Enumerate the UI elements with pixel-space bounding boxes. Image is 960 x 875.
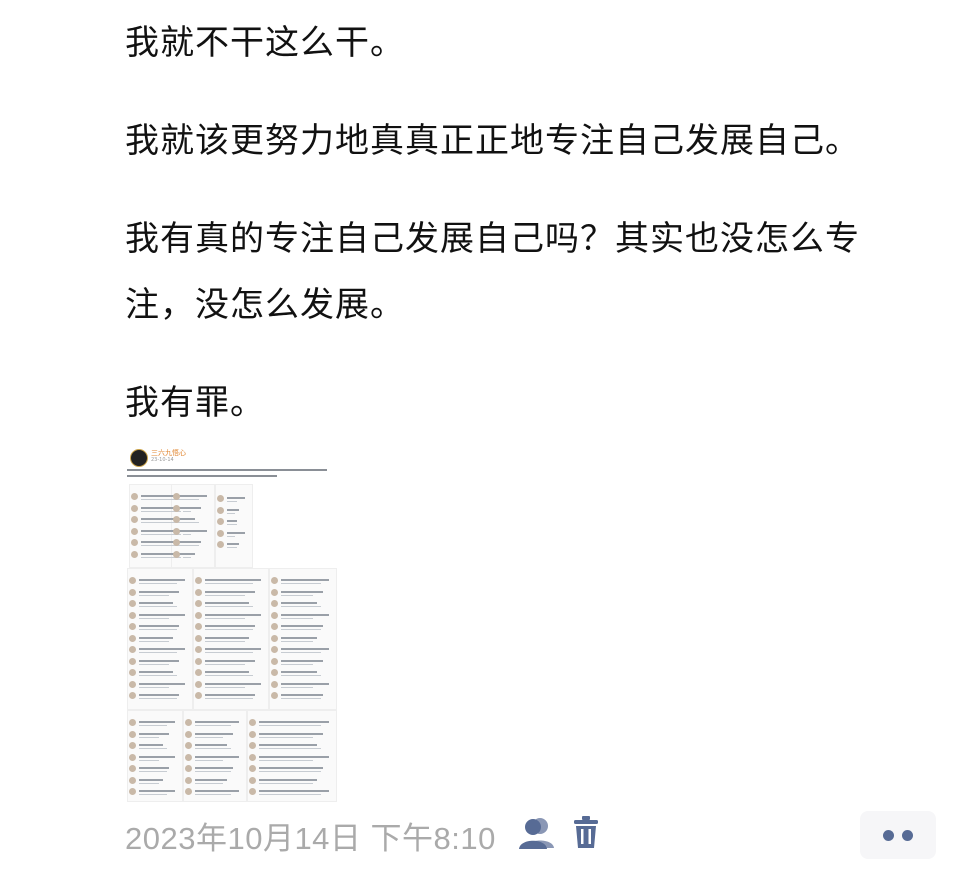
screenshot-comment-row (173, 504, 211, 514)
screenshot-comment-row (173, 515, 211, 525)
screenshot-comment-row (217, 494, 249, 504)
screenshot-comment-row (129, 680, 189, 690)
screenshot-comment-row (271, 668, 333, 678)
screenshot-comment-row (129, 645, 189, 655)
screenshot-comment-row (173, 550, 211, 560)
screenshot-comment-row (249, 730, 333, 740)
more-options-button[interactable] (860, 811, 936, 859)
screenshot-comment-row (195, 588, 265, 598)
friends-visibility-icon[interactable] (518, 816, 556, 854)
screenshot-comment-row (271, 576, 333, 586)
screenshot-comment-row (217, 517, 249, 527)
screenshot-comment-row (249, 776, 333, 786)
screenshot-comment-row (185, 718, 243, 728)
screenshot-comment-row (195, 680, 265, 690)
screenshot-comment-row (129, 776, 179, 786)
screenshot-comment-row (195, 622, 265, 632)
screenshot-comment-row (195, 576, 265, 586)
trash-icon[interactable] (572, 816, 600, 854)
screenshot-comment-row (185, 764, 243, 774)
screenshot-comment-row (249, 718, 333, 728)
post-paragraph-1: 我就不干这么干。 (125, 23, 405, 63)
screenshot-comment-row (217, 540, 249, 550)
screenshot-comment-row (185, 787, 243, 797)
post-body: 我就不干这么干。 我就该更努力地真真正正地专注自己发展自己。 我有真的专注自己发… (125, 10, 935, 436)
screenshot-comment-row (129, 764, 179, 774)
screenshot-comment-row (129, 753, 179, 763)
screenshot-comment-row (195, 668, 265, 678)
screenshot-comment-row (129, 741, 179, 751)
screenshot-comment-row (129, 730, 179, 740)
screenshot-comment-row (217, 506, 249, 516)
screenshot-comment-row (185, 776, 243, 786)
screenshot-comment-row (129, 622, 189, 632)
screenshot-comment-row (129, 691, 189, 701)
screenshot-comment-row (173, 538, 211, 548)
screenshot-comment-row (195, 657, 265, 667)
screenshot-comment-row (249, 787, 333, 797)
screenshot-comment-row (185, 730, 243, 740)
screenshot-comment-row (195, 691, 265, 701)
post-paragraph-4: 我有罪。 (125, 383, 265, 423)
screenshot-comment-row (185, 753, 243, 763)
screenshot-comment-row (271, 611, 333, 621)
screenshot-comment-row (249, 741, 333, 751)
screenshot-comment-row (217, 529, 249, 539)
screenshot-comment-row (129, 718, 179, 728)
screenshot-comment-row (129, 668, 189, 678)
screenshot-comment-row (271, 645, 333, 655)
screenshot-comment-row (271, 634, 333, 644)
post-meta: 2023年10月14日 下午8:10 (125, 815, 600, 856)
screenshot-comment-row (129, 657, 189, 667)
screenshot-comment-row (129, 787, 179, 797)
attached-image[interactable]: 三六九悟心 23-10-14 (125, 444, 337, 802)
post-paragraph-3: 我有真的专注自己发展自己吗？其实也没怎么专 注，没怎么发展。 (125, 219, 860, 325)
screenshot-comment-row (271, 622, 333, 632)
screenshot-comment-row (129, 634, 189, 644)
screenshot-comment-row (129, 576, 189, 586)
screenshot-comment-row (185, 741, 243, 751)
post-paragraph-2: 我就该更努力地真真正正地专注自己发展自己。 (125, 121, 860, 161)
attached-image-header: 三六九悟心 23-10-14 (127, 446, 332, 467)
screenshot-comment-row (271, 588, 333, 598)
screenshot-comment-row (249, 753, 333, 763)
post-timestamp: 2023年10月14日 下午8:10 (125, 820, 496, 856)
screenshot-comment-row (195, 634, 265, 644)
screenshot-comment-row (129, 611, 189, 621)
screenshot-comment-row (249, 764, 333, 774)
attached-image-avatar (130, 449, 148, 467)
screenshot-comment-row (271, 691, 333, 701)
screenshot-comment-row (195, 599, 265, 609)
screenshot-comment-row (271, 680, 333, 690)
screenshot-comment-row (195, 611, 265, 621)
screenshot-comment-row (271, 657, 333, 667)
screenshot-comment-row (271, 599, 333, 609)
screenshot-comment-row (129, 599, 189, 609)
screenshot-comment-row (195, 645, 265, 655)
screenshot-comment-row (173, 492, 211, 502)
attached-image-time: 23-10-14 (151, 457, 174, 463)
more-dots-icon (879, 829, 917, 841)
screenshot-comment-row (129, 588, 189, 598)
attached-image-caption-lines (127, 466, 333, 477)
screenshot-comment-row (173, 527, 211, 537)
